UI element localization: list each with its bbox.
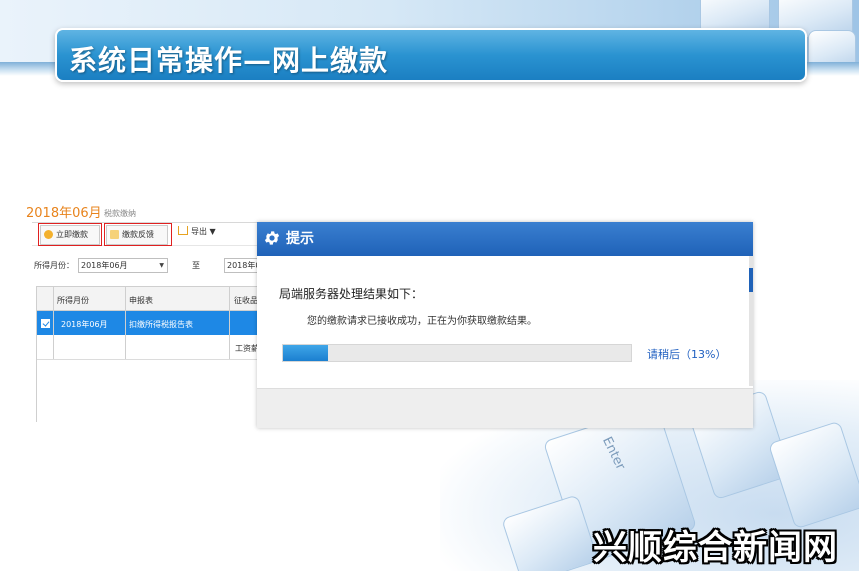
progress-fill	[283, 345, 329, 361]
progress-bar	[282, 344, 632, 362]
dialog-footer	[257, 388, 753, 428]
highlight-pay-now	[38, 223, 102, 246]
column-header: 申报表	[129, 296, 153, 305]
dialog-title: 提示	[286, 231, 314, 247]
dialog-scrollbar-thumb[interactable]	[749, 268, 753, 292]
column-header: 所得月份	[57, 296, 89, 305]
cell-month: 2018年06月	[61, 320, 108, 329]
progress-text: 请稍后（13%）	[647, 348, 727, 361]
row-divider	[37, 359, 277, 360]
row-checkbox[interactable]	[41, 319, 50, 328]
export-button[interactable]: 导出 ▼	[178, 226, 216, 237]
export-label: 导出 ▼	[191, 227, 216, 236]
message-heading: 局端服务器处理结果如下：	[279, 287, 424, 301]
dialog-header: 提示	[257, 222, 753, 256]
cell-form: 扣缴所得税报告表	[129, 320, 193, 329]
chevron-down-icon: ▼	[159, 262, 164, 269]
column-header: 征收品	[234, 296, 258, 305]
filter-to-label: 至	[192, 261, 200, 270]
month-from-value: 2018年06月	[81, 261, 128, 270]
highlight-feedback	[104, 223, 172, 246]
watermark: 兴顺综合新闻网	[593, 528, 838, 568]
month-from-select[interactable]: 2018年06月 ▼	[78, 258, 168, 273]
panel-subtitle: 税款缴纳	[104, 209, 136, 218]
table-row[interactable]: 2018年06月 扣缴所得税报告表	[37, 311, 277, 335]
slide-title: 系统日常操作—网上缴款	[69, 44, 389, 77]
column-divider	[125, 287, 126, 359]
cell-item: 工资薪	[235, 344, 259, 353]
tax-payment-panel: 2018年06月 税款缴纳 立即缴款 缴款反馈 导出 ▼ 所得月份： 2018年…	[26, 200, 277, 422]
period-title: 2018年06月	[26, 206, 102, 221]
filter-label: 所得月份：	[34, 261, 74, 270]
prompt-dialog: 提示 局端服务器处理结果如下： 您的缴款请求已接收成功，正在为你获取缴款结果。 …	[257, 222, 753, 428]
table-header: 所得月份 申报表 征收品	[37, 287, 277, 311]
payment-table: 所得月份 申报表 征收品 2018年06月 扣缴所得税报告表 工资薪	[36, 286, 277, 422]
month-to-value: 2018年0	[227, 261, 261, 270]
gear-icon	[264, 231, 280, 245]
message-body: 您的缴款请求已接收成功，正在为你获取缴款结果。	[307, 316, 537, 327]
column-divider	[229, 287, 230, 359]
slide-title-bar: 系统日常操作—网上缴款	[55, 28, 807, 82]
column-divider	[53, 287, 54, 359]
export-icon	[178, 226, 188, 235]
